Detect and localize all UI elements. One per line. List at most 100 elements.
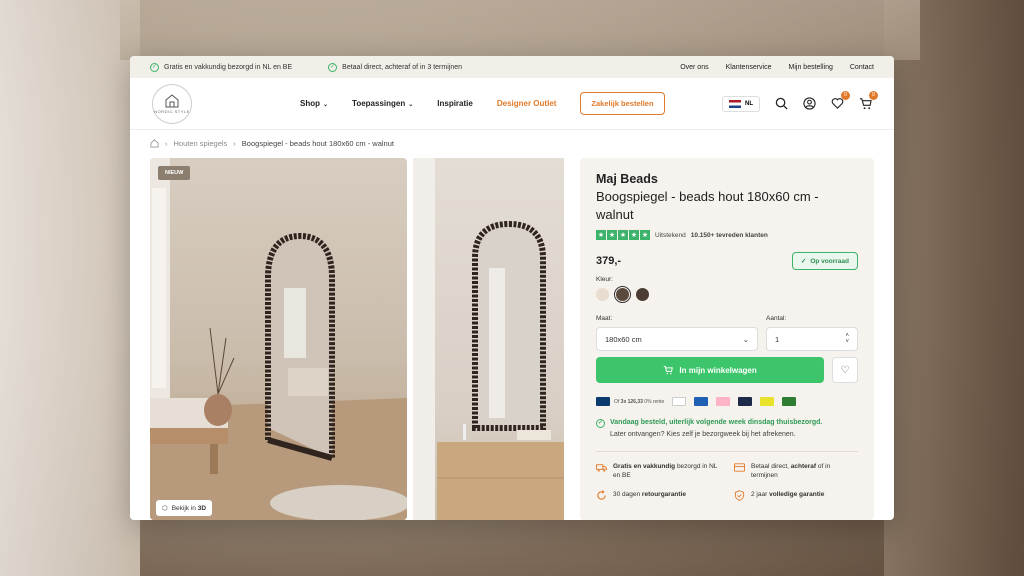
payment-methods: Of 3x 126,33 0% rente — [596, 397, 858, 406]
check-icon: ✓ — [328, 62, 338, 72]
star-icon: ★ — [596, 230, 606, 240]
quantity-stepper[interactable]: 1 ˄ ˅ — [766, 327, 858, 351]
shield-check-icon — [734, 490, 745, 501]
star-icon: ★ — [629, 230, 639, 240]
background-right — [884, 0, 1024, 576]
home-icon[interactable] — [150, 138, 159, 148]
menu-toepassingen-label: Toepassingen — [352, 99, 406, 108]
breadcrumb-current: Boogspiegel - beads hout 180x60 cm - wal… — [241, 138, 394, 148]
color-swatch-cream[interactable] — [596, 288, 609, 301]
wero-icon — [760, 397, 775, 406]
check-icon: ✓ — [800, 258, 807, 265]
wishlist-heart-icon[interactable]: 0 — [830, 90, 850, 111]
chevron-down-icon: ⌄ — [408, 102, 414, 108]
breadcrumb-category[interactable]: Houten spiegels — [174, 139, 228, 148]
product-image-secondary[interactable] — [413, 158, 564, 520]
house-logo-icon — [165, 93, 179, 107]
product-panel: Maj Beads Boogspiegel - beads hout 180x6… — [580, 158, 874, 520]
top-links: Over ons Klantenservice Mijn bestelling … — [680, 64, 874, 71]
check-icon: ✓ — [596, 418, 605, 428]
stock-label: Op voorraad — [810, 257, 849, 265]
divider — [596, 451, 858, 452]
chevron-down-icon: ⌄ — [742, 334, 749, 344]
star-icon: ★ — [618, 230, 628, 240]
usp-return: 30 dagen retourgarantie — [596, 490, 720, 501]
product-image-main[interactable]: NIEUW ⬡ Bekijk in 3D — [150, 158, 407, 520]
rating-row[interactable]: ★ ★ ★ ★ ★ Uitstekend 10.150+ tevreden kl… — [596, 230, 858, 240]
usp-free-delivery: Gratis en vakkundig bezorgd in NL en BE — [596, 462, 720, 480]
return-arrow-icon — [597, 490, 606, 500]
menu-inspiratie[interactable]: Inspiratie — [437, 99, 473, 108]
add-to-cart-label: In mijn winkelwagen — [679, 365, 757, 375]
usp-delivery: ✓ Gratis en vakkundig bezorgd in NL en B… — [150, 62, 293, 72]
breadcrumb-separator: › — [165, 138, 168, 148]
size-value: 180x60 cm — [605, 334, 642, 344]
usp-delivery-text: Gratis en vakkundig bezorgd in NL en BE — [164, 63, 293, 71]
size-group: Maat: 180x60 cm ⌄ — [596, 315, 758, 351]
business-order-button[interactable]: Zakelijk bestellen — [580, 92, 665, 115]
stepper-arrows-icon[interactable]: ˄ ˅ — [845, 333, 849, 345]
wishlist-count-badge: 0 — [841, 90, 850, 100]
apple-pay-icon — [672, 397, 687, 406]
main-menu: Shop ⌄ Toepassingen ⌄ Inspiratie Designer … — [300, 99, 556, 108]
delivery-info: ✓ Vandaag besteld, uiterlijk volgende we… — [596, 417, 858, 441]
link-contact[interactable]: Contact — [850, 64, 874, 71]
heart-icon: ♡ — [840, 364, 850, 376]
color-label: Kleur: — [596, 276, 613, 283]
nav-actions: NL 0 0 — [722, 90, 878, 112]
usp-payment: ✓ Betaal direct, achteraf of in 3 termij… — [328, 62, 462, 72]
paypal-icon — [694, 397, 709, 406]
logo[interactable]: NORDIC STYLE — [152, 83, 192, 124]
delivery-estimate: ✓ Vandaag besteld, uiterlijk volgende we… — [596, 417, 858, 429]
usp-warranty-text: 2 jaar volledige garantie — [751, 491, 825, 498]
usp-warranty: 2 jaar volledige garantie — [734, 490, 858, 501]
quantity-label: Aantal: — [766, 315, 787, 322]
add-to-cart-button[interactable]: In mijn winkelwagen — [596, 357, 825, 383]
klarna-icon — [716, 397, 731, 406]
color-swatches — [596, 285, 858, 304]
view-3d-label: Bekijk in 3D — [171, 504, 207, 512]
nl-flag-icon — [729, 99, 741, 108]
language-selector[interactable]: NL — [722, 95, 760, 112]
quantity-group: Aantal: 1 ˄ ˅ — [766, 315, 858, 351]
menu-toepassingen[interactable]: Toepassingen ⌄ — [352, 99, 413, 108]
product-usps: Gratis en vakkundig bezorgd in NL en BE … — [596, 462, 858, 501]
color-swatch-dark[interactable] — [636, 288, 649, 301]
cart-icon — [664, 365, 674, 375]
link-mijn-bestelling[interactable]: Mijn bestelling — [789, 64, 833, 71]
mirror-closeup-image — [413, 158, 564, 520]
cart-icon[interactable]: 0 — [858, 90, 878, 111]
usp-payment-options-text: Betaal direct, achteraf of in termijnen — [751, 463, 831, 479]
rating-label: Uitstekend — [655, 231, 686, 239]
logo-text: NORDIC STYLE — [154, 108, 190, 114]
cart-count-badge: 0 — [869, 90, 878, 100]
rating-count: 10.150+ tevreden klanten — [690, 231, 768, 239]
cart-row: In mijn winkelwagen ♡ — [596, 357, 858, 383]
search-icon[interactable] — [774, 97, 788, 111]
size-label: Maat: — [596, 315, 613, 322]
account-icon[interactable] — [802, 97, 816, 111]
credit-icon — [782, 397, 797, 406]
link-over-ons[interactable]: Over ons — [680, 64, 708, 71]
usp-return-text: 30 dagen retourgarantie — [613, 491, 686, 498]
cube-icon: ⬡ — [162, 505, 168, 512]
usp-payment-options: Betaal direct, achteraf of in termijnen — [734, 462, 858, 480]
color-swatch-walnut[interactable] — [613, 285, 632, 304]
star-icon: ★ — [607, 230, 617, 240]
star-icon: ★ — [640, 230, 650, 240]
size-select[interactable]: 180x60 cm ⌄ — [596, 327, 758, 351]
top-usp-bar: ✓ Gratis en vakkundig bezorgd in NL en B… — [130, 56, 894, 78]
add-to-wishlist-button[interactable]: ♡ — [832, 357, 858, 383]
menu-designer-outlet[interactable]: Designer Outlet — [497, 99, 557, 108]
link-klantenservice[interactable]: Klantenservice — [726, 64, 772, 71]
background-top — [120, 0, 920, 60]
menu-shop[interactable]: Shop ⌄ — [300, 99, 328, 108]
breadcrumb: › Houten spiegels › Boogspiegel - beads … — [130, 130, 894, 156]
view-3d-button[interactable]: ⬡ Bekijk in 3D — [156, 500, 213, 516]
delivery-later-text: Later ontvangen? Kies zelf je bezorgweek… — [610, 431, 796, 438]
chevron-down-icon: ⌄ — [323, 102, 329, 108]
new-badge: NIEUW — [158, 166, 191, 180]
ideal-icon — [596, 397, 610, 406]
options-row: Maat: 180x60 cm ⌄ Aantal: 1 ˄ ˅ — [596, 315, 858, 351]
quantity-value: 1 — [775, 334, 780, 344]
